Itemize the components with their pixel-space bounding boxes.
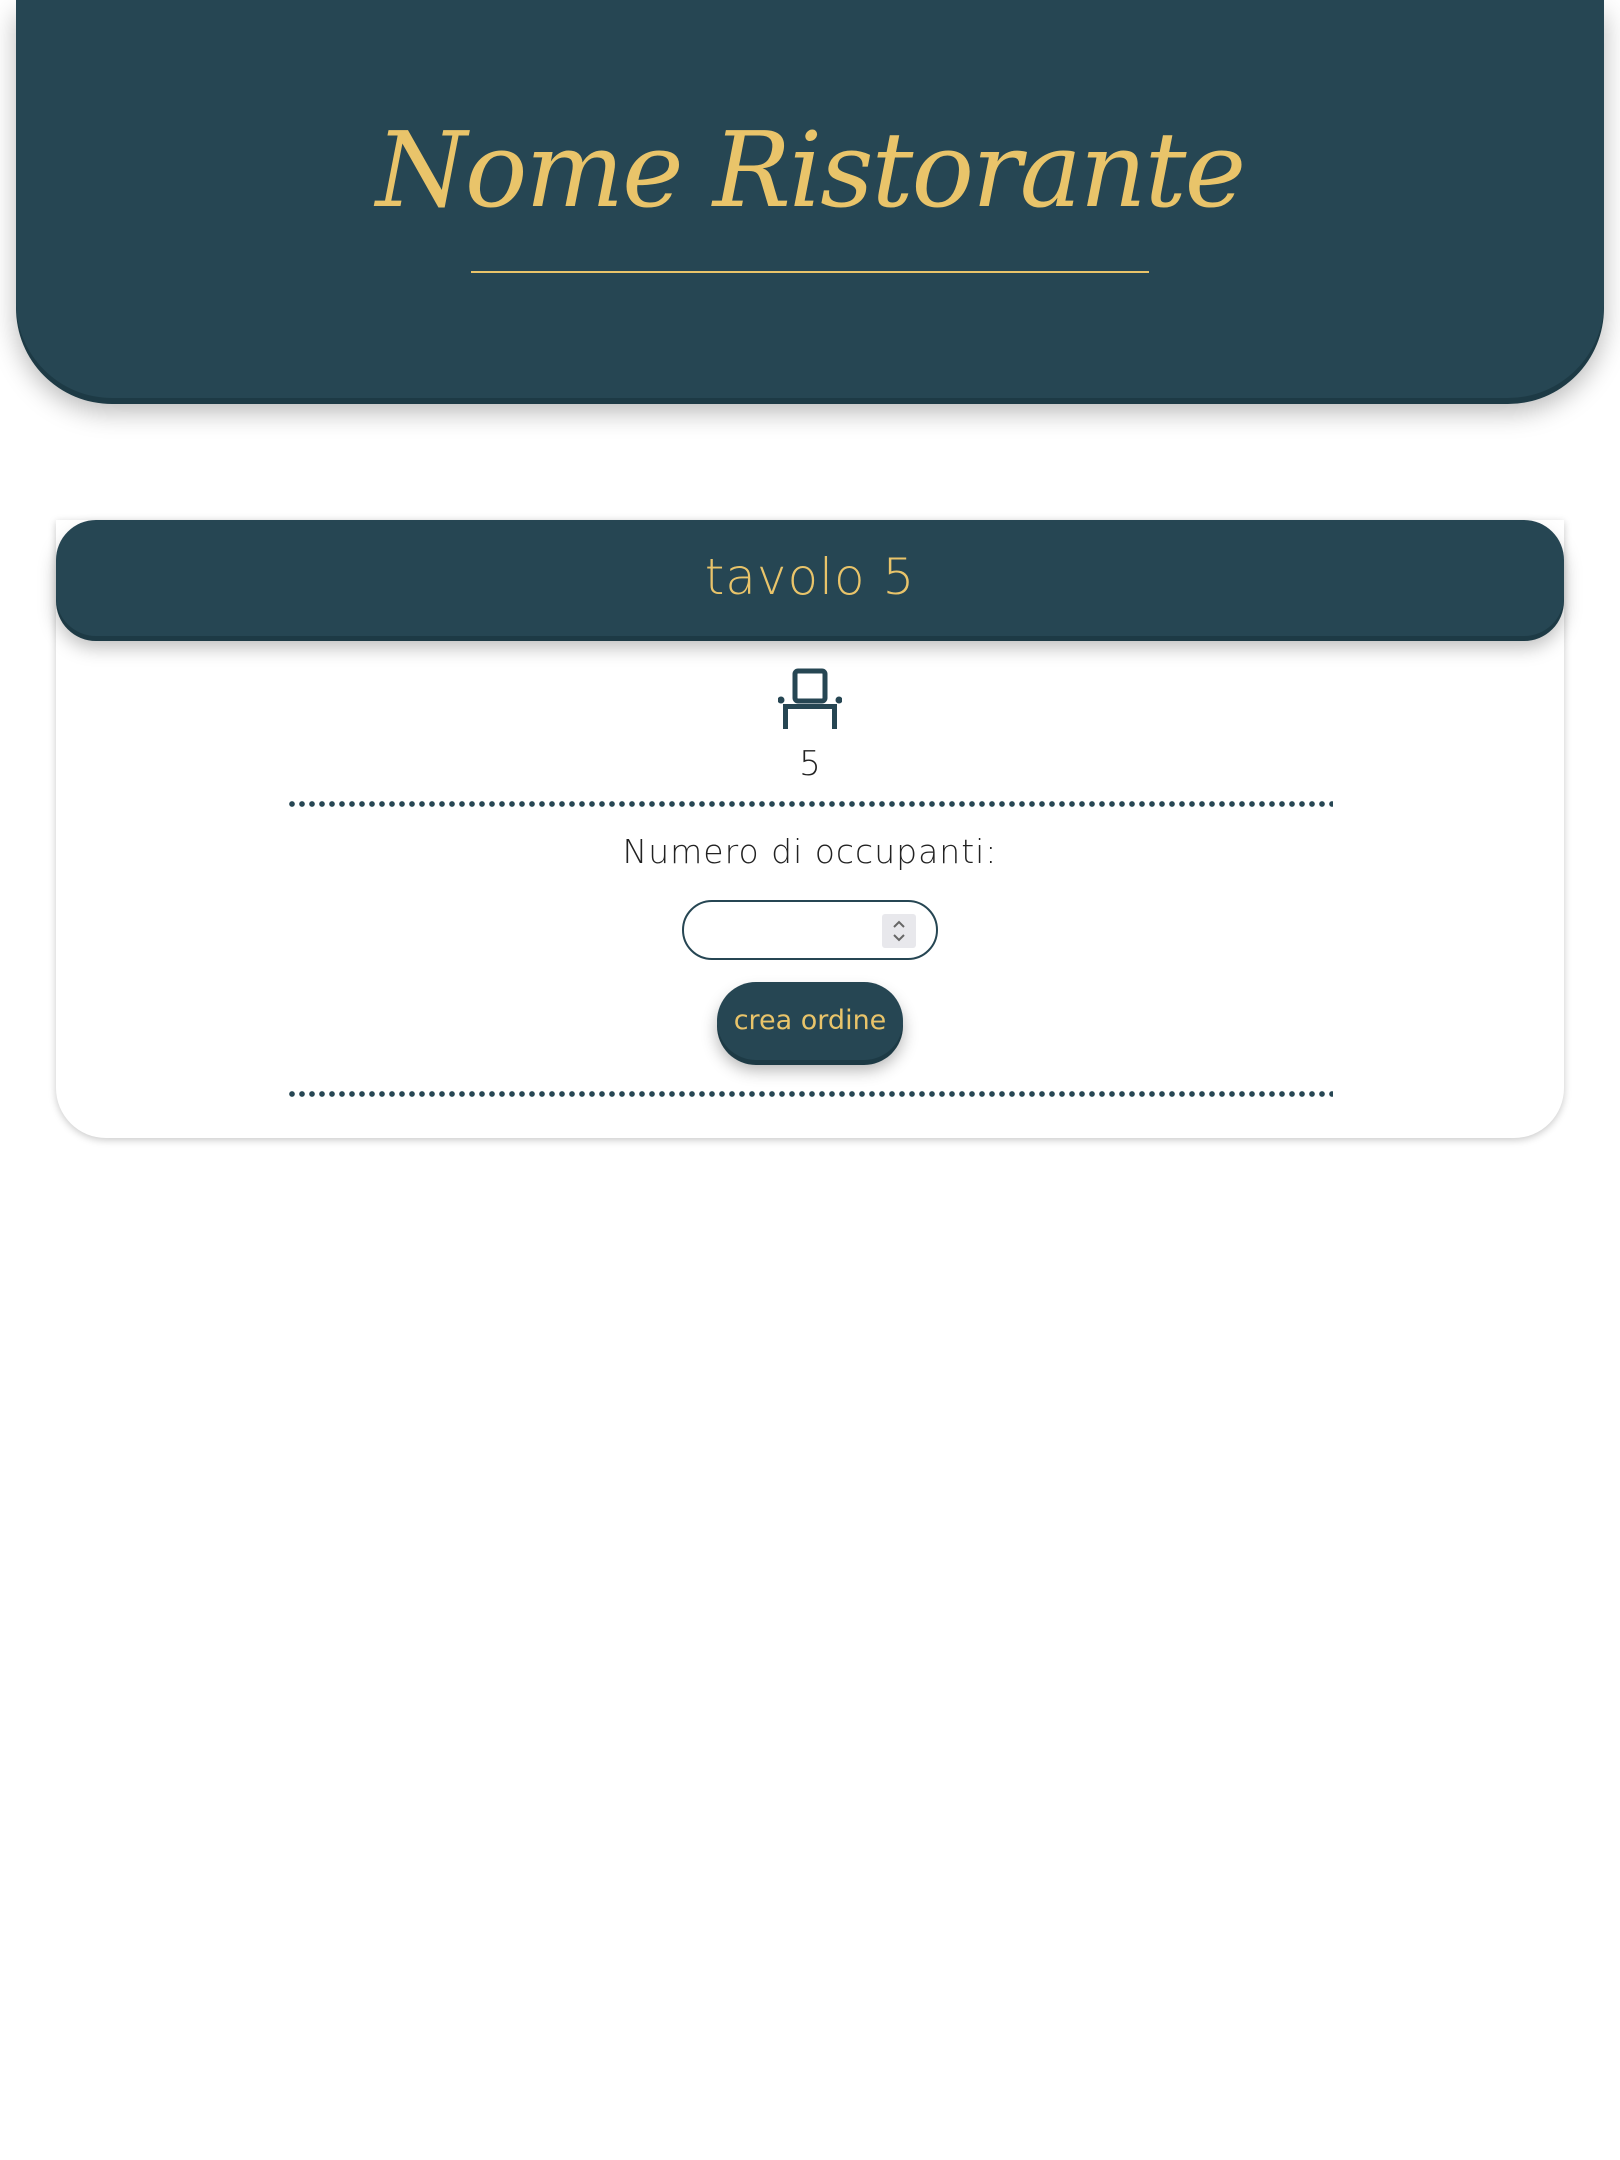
- dotted-divider-top: [287, 801, 1333, 807]
- chair-icon: [778, 668, 842, 729]
- number-spinner[interactable]: [882, 914, 916, 948]
- spinner-arrows-icon: [893, 920, 905, 942]
- header-underline: [471, 271, 1149, 273]
- create-order-button[interactable]: crea ordine: [717, 982, 903, 1060]
- dotted-divider-bottom: [287, 1091, 1333, 1097]
- occupants-input[interactable]: [702, 912, 862, 948]
- occupants-number-field[interactable]: [682, 900, 938, 960]
- restaurant-name: Nome Ristorante: [375, 109, 1246, 231]
- seat-count: 5: [799, 744, 821, 784]
- header-banner: Nome Ristorante: [16, 0, 1604, 398]
- table-title: tavolo 5: [704, 548, 916, 606]
- table-card-header: tavolo 5: [56, 520, 1564, 636]
- occupants-label: Numero di occupanti:: [622, 832, 998, 871]
